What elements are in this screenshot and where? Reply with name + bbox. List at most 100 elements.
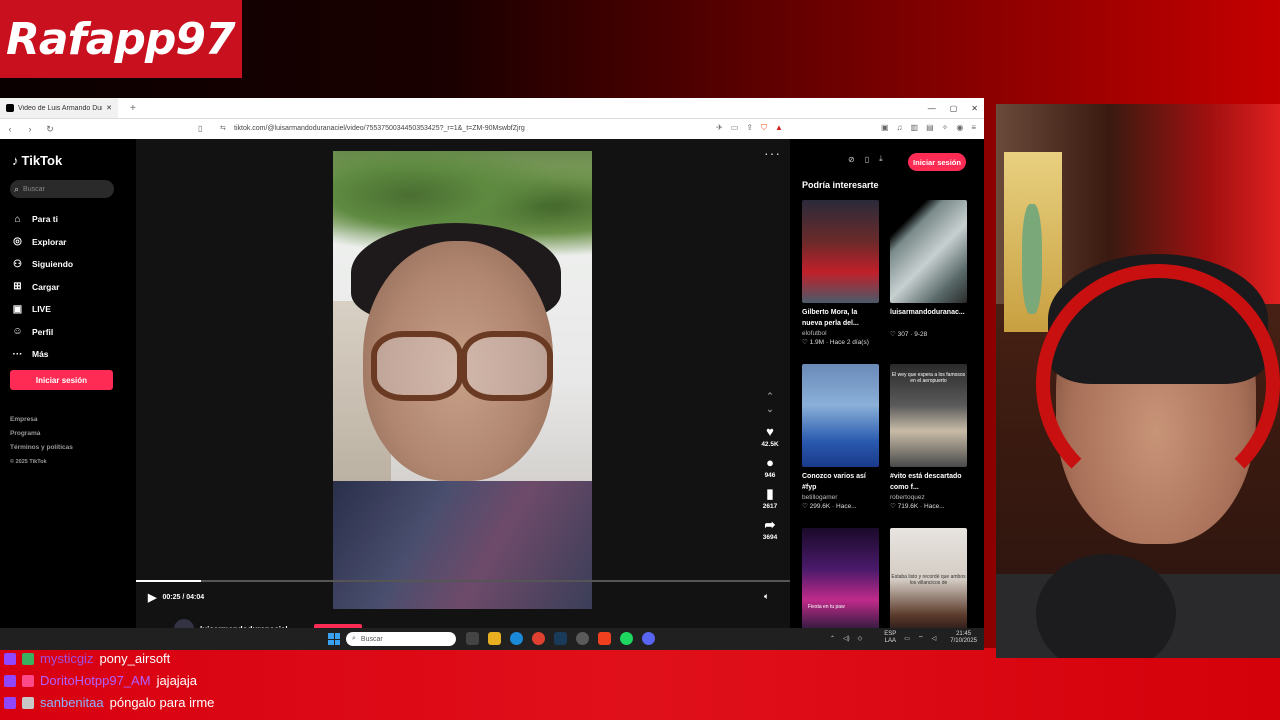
copyright: © 2025 TikTok <box>10 459 47 465</box>
sidebar-item-perfil[interactable]: ☺ Perfil <box>12 321 73 344</box>
heart-icon[interactable]: ♥ <box>766 425 774 439</box>
video-card[interactable]: Conozco varios así #fyp betillogamer ♡ 2… <box>802 364 879 528</box>
login-button-top[interactable]: Iniciar sesión <box>908 153 966 171</box>
device-icon[interactable]: ▯ <box>865 155 869 164</box>
sidebar-item-explorar[interactable]: ◎ Explorar <box>12 231 73 254</box>
video-card[interactable]: luisarmandoduranac... ♡ 307 · 9-28 <box>890 200 967 364</box>
tiktok-logo[interactable]: ♪ TikTok <box>12 153 62 168</box>
minimize-icon[interactable]: — <box>928 104 936 113</box>
close-tab-icon[interactable]: ✕ <box>106 104 112 112</box>
chevron-up-icon[interactable]: ⌃ <box>830 635 835 642</box>
sidebar-item-cargar[interactable]: ⊞ Cargar <box>12 276 73 299</box>
close-window-icon[interactable]: ✕ <box>971 104 978 113</box>
volume-icon[interactable]: 🔈︎ <box>764 591 769 602</box>
sidebar-item-para-ti[interactable]: ⌂ Para ti <box>12 208 73 231</box>
edge-icon[interactable] <box>510 632 523 645</box>
video-frame[interactable] <box>333 151 592 609</box>
discord-icon[interactable] <box>642 632 655 645</box>
file-explorer-icon[interactable] <box>488 632 501 645</box>
share-icon[interactable]: ⇪ <box>746 123 753 133</box>
card-meta: ♡ 307 · 9-28 <box>890 331 928 338</box>
sidebar-item-siguiendo[interactable]: ⚇ Siguiendo <box>12 253 73 276</box>
site-info-icon[interactable]: ⇆ <box>220 124 226 132</box>
wifi-icon[interactable]: ⌔ <box>918 634 924 642</box>
obs-icon[interactable] <box>576 632 589 645</box>
network-icon[interactable]: ◇ <box>858 635 863 642</box>
tiktok-page: ♪ TikTok ⌕ Buscar ⌂ Para ti ◎ Explorar ⚇… <box>0 139 984 650</box>
compass-icon[interactable]: ⊘ <box>848 155 855 164</box>
url-field[interactable]: tiktok.com/@luisarmandoduranaciel/video/… <box>234 125 525 132</box>
sidebar-item-label: Siguiendo <box>32 259 74 270</box>
leo-icon[interactable]: ✧ <box>942 123 949 133</box>
video-progress-bar[interactable] <box>136 580 790 582</box>
play-icon[interactable]: ▶ <box>148 591 156 604</box>
top-actions: ⊘ ▯ ⤓ <box>848 154 883 164</box>
display-icon[interactable]: ▭ <box>904 635 910 642</box>
brave-icon[interactable] <box>598 632 611 645</box>
user-follow-icon: ⚇ <box>13 258 22 270</box>
profile-icon: ☺ <box>12 326 23 338</box>
tiktok-favicon-icon <box>6 104 14 112</box>
share-arrow-icon[interactable]: ➦ <box>765 518 776 532</box>
window-controls: — ▢ ✕ <box>928 98 978 118</box>
maximize-icon[interactable]: ▢ <box>950 104 958 113</box>
toolbar-icons: ✈ ▭ ⇪ ⛉ ▲ ▣ ♫ ▥ ▤ ✧ ◉ ≡ <box>716 123 976 133</box>
forward-icon[interactable]: › <box>20 124 40 134</box>
language-indicator[interactable]: ESP LAA <box>884 631 896 645</box>
footer-link[interactable]: Términos y políticas <box>10 441 73 455</box>
back-icon[interactable]: ‹ <box>0 124 20 134</box>
video-card[interactable]: El wey que espera a los famosos en el ae… <box>890 364 967 528</box>
sidebar-item-mas[interactable]: ··· Más <box>12 343 73 366</box>
rewards-icon[interactable]: ▲ <box>775 123 783 133</box>
speaker-icon[interactable]: ◁) <box>843 635 850 642</box>
browser-tab[interactable]: Video de Luis Armando Duran N ✕ <box>0 98 118 118</box>
chat-username: DoritoHotpp97_AM <box>40 673 151 688</box>
search-input[interactable]: ⌕ Buscar <box>10 180 114 198</box>
channel-logo-text: Rafapp97 <box>6 13 236 65</box>
glasses-left-lens <box>371 331 463 401</box>
heart-badge-icon <box>22 675 34 687</box>
card-meta: ♡ 1.9M · Hace 2 día(s) <box>802 339 869 346</box>
download-icon[interactable]: ⤓ <box>879 154 883 164</box>
poster-figure <box>1022 204 1042 314</box>
extension-icon[interactable]: ✈ <box>716 123 723 133</box>
windows-start-icon[interactable] <box>328 633 340 645</box>
login-button[interactable]: Iniciar sesión <box>10 370 113 390</box>
spotify-icon[interactable] <box>620 632 633 645</box>
menu-icon[interactable]: ≡ <box>971 123 976 133</box>
video-thumbnail <box>802 200 879 303</box>
chat-text: jajajaja <box>156 673 198 688</box>
card-title: #vito está descartado como f... <box>890 473 962 491</box>
reload-icon[interactable]: ↻ <box>40 124 60 135</box>
thumbnail-caption: El wey que espera a los famosos en el ae… <box>891 372 966 384</box>
vpn-icon[interactable]: ◉ <box>956 123 963 133</box>
more-options-icon[interactable]: ··· <box>764 145 781 161</box>
microphone <box>1036 554 1176 658</box>
task-view-icon[interactable] <box>466 632 479 645</box>
clock[interactable]: 21:45 7/10/2025 <box>950 631 977 645</box>
next-video-icon[interactable]: ⌄ <box>766 404 774 415</box>
chrome-icon[interactable] <box>532 632 545 645</box>
new-tab-icon[interactable]: + <box>130 103 136 114</box>
bookmark-icon[interactable]: ▯ <box>198 124 202 133</box>
footer-link[interactable]: Programa <box>10 427 73 441</box>
steam-icon[interactable] <box>554 632 567 645</box>
home-icon: ⌂ <box>14 213 21 225</box>
sidebar-toggle-icon[interactable]: ▣ <box>881 123 889 133</box>
split-view-icon[interactable]: ▥ <box>911 123 919 133</box>
cast-icon[interactable]: ▭ <box>731 123 739 133</box>
saves-count: 2617 <box>762 503 778 510</box>
video-card[interactable]: Gilberto Mora, la nueva perla del... elo… <box>802 200 879 364</box>
bookmark-icon[interactable]: ▮ <box>766 487 773 501</box>
music-icon[interactable]: ♫ <box>897 123 903 133</box>
video-progress-fill <box>136 580 202 582</box>
wallet-icon[interactable]: ▤ <box>926 123 934 133</box>
brave-shield-icon[interactable]: ⛉ <box>761 123 767 133</box>
taskbar-search-input[interactable]: ⌕ Buscar <box>346 632 456 646</box>
sidebar-item-live[interactable]: ▣ LIVE <box>12 298 73 321</box>
footer-link[interactable]: Empresa <box>10 413 73 427</box>
volume-tray-icon[interactable]: ◁ <box>932 635 937 642</box>
comment-icon[interactable]: ● <box>766 456 774 470</box>
prev-video-icon[interactable]: ⌃ <box>766 391 774 402</box>
sidebar-item-label: LIVE <box>32 304 51 315</box>
